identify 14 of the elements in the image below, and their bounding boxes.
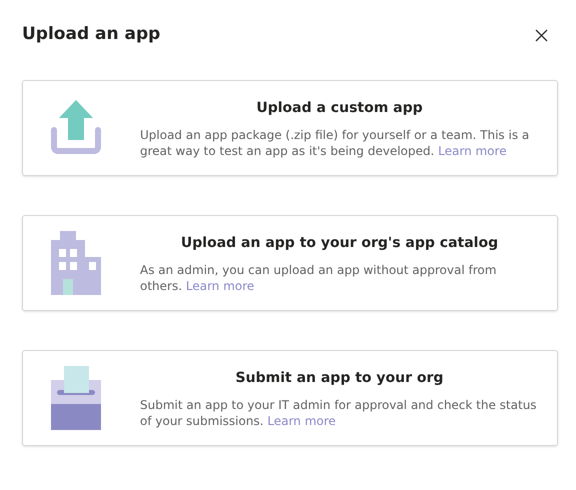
option-description: Submit an app to your IT admin for approval and check the status of your submissions. Learn more	[140, 396, 538, 428]
ballot-box-icon	[51, 366, 101, 430]
option-description: Upload an app package (.zip file) for yourself or a team. This is a great way to test an app as it's being developed. Learn more	[140, 126, 530, 158]
upload-icon	[51, 100, 101, 156]
close-icon[interactable]	[533, 27, 549, 43]
dialog-title: Upload an app	[22, 23, 160, 46]
building-icon	[51, 231, 101, 295]
option-title: Submit an app to your org	[234, 368, 444, 388]
option-description: As an admin, you can upload an app without approval from others. Learn more	[140, 262, 498, 294]
option-card[interactable]: Submit an app to your org Submit an app to your IT admin for approval and check the status of your submissions. Learn more	[22, 350, 558, 446]
option-title: Upload a custom app	[255, 98, 424, 118]
option-card[interactable]: Upload a custom app Upload an app package (.zip file) for yourself or a team. This is a great way to test an app as it's being developed. Learn more	[22, 80, 558, 176]
option-card[interactable]: Upload an app to your org's app catalog As an admin, you can upload an app without approval from others. Learn more	[22, 215, 558, 311]
option-title: Upload an app to your org's app catalog	[180, 234, 500, 252]
